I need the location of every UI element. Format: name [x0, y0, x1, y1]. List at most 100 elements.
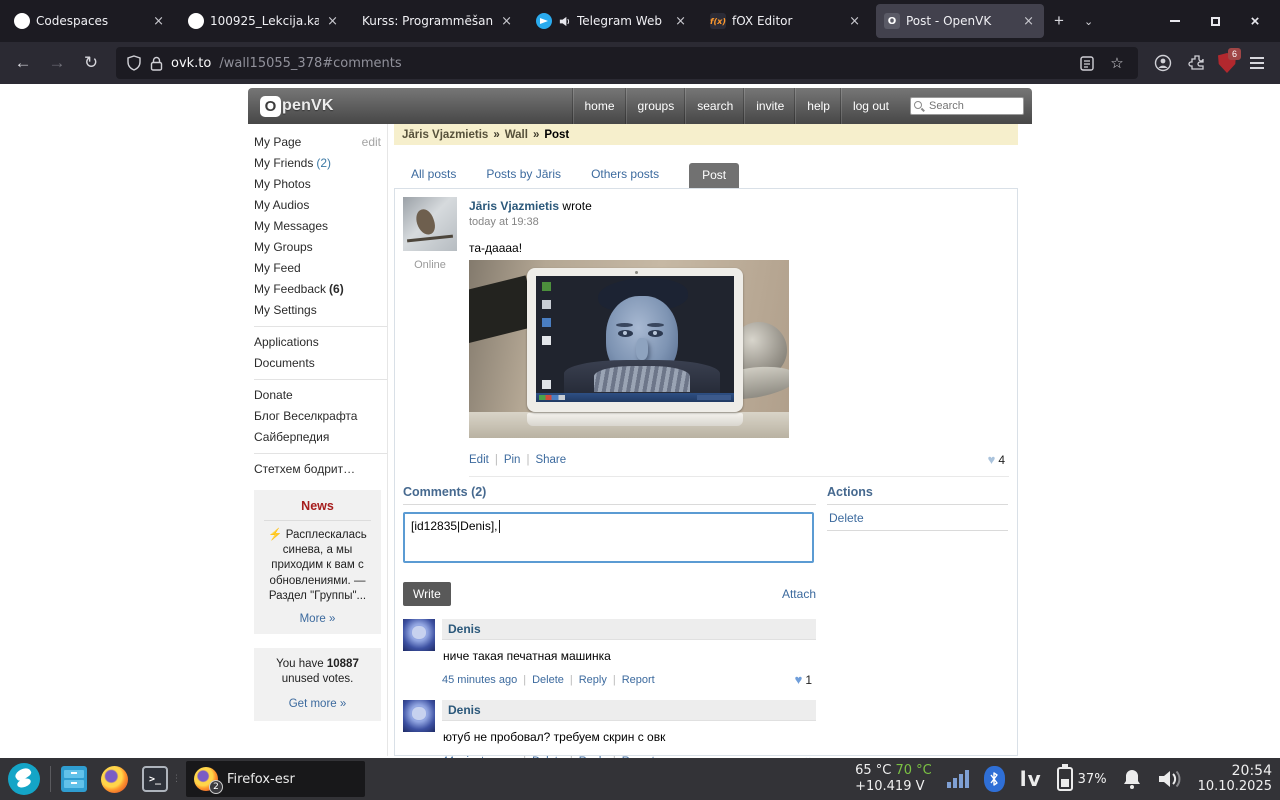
sidebar-item-my-page[interactable]: My Page edit [254, 132, 387, 153]
reload-button[interactable]: ↻ [76, 48, 106, 78]
comment-time-link[interactable]: 45 minutes ago [442, 674, 517, 686]
sidebar-item-applications[interactable]: Applications [254, 332, 387, 353]
tab-kurss[interactable]: Kurss: Programmēšan × [354, 4, 522, 38]
breadcrumb-wall-link[interactable]: Wall [505, 129, 528, 141]
tab-audio-icon[interactable] [558, 15, 571, 28]
tab-close-icon[interactable]: × [325, 14, 340, 29]
tab-close-icon[interactable]: × [499, 14, 514, 29]
tab-lekcija[interactable]: 100925_Lekcija.ka × [180, 4, 348, 38]
keyboard-layout-indicator[interactable]: lv [1020, 767, 1042, 791]
sidebar-item-my-messages[interactable]: My Messages [254, 216, 387, 237]
tab-close-icon[interactable]: × [673, 14, 688, 29]
comment-reply-link[interactable]: Reply [579, 674, 607, 686]
sidebar-item-donate[interactable]: Donate [254, 385, 387, 406]
comment-report-link[interactable]: Report [622, 674, 655, 686]
nav-home[interactable]: home [572, 88, 626, 124]
tab-others-posts[interactable]: Others posts [591, 167, 659, 188]
tab-list-chevron-icon[interactable]: ⌄ [1074, 15, 1103, 28]
sidebar-item-documents[interactable]: Documents [254, 353, 387, 374]
minimize-button[interactable] [1160, 8, 1190, 34]
volume-icon[interactable] [1157, 768, 1183, 790]
share-link[interactable]: Share [535, 454, 566, 466]
write-button[interactable]: Write [403, 582, 451, 606]
get-more-votes-link[interactable]: Get more » [289, 697, 347, 713]
sidebar-item-cyberpedia[interactable]: Сайберпедия [254, 427, 387, 448]
network-signal-icon[interactable] [946, 770, 969, 788]
tab-post-active[interactable]: Post [689, 163, 740, 188]
openvk-logo[interactable]: O penVK [260, 95, 334, 117]
tab-close-icon[interactable]: × [151, 14, 166, 29]
comment-delete-link[interactable]: Delete [532, 674, 564, 686]
clock[interactable]: 20:54 10.10.2025 [1198, 763, 1272, 795]
attach-link[interactable]: Attach [782, 587, 816, 601]
sidebar-item-my-audios[interactable]: My Audios [254, 195, 387, 216]
sidebar-item-my-feed[interactable]: My Feed [254, 258, 387, 279]
nav-logout[interactable]: log out [840, 88, 900, 124]
edit-link[interactable]: Edit [469, 454, 489, 466]
firefox-launcher-icon[interactable] [101, 765, 128, 793]
sidebar-item-my-photos[interactable]: My Photos [254, 174, 387, 195]
search-input[interactable] [910, 97, 1024, 115]
delete-post-link[interactable]: Delete [827, 505, 1008, 531]
tab-codespaces[interactable]: Codespaces × [6, 4, 174, 38]
comment-author-link[interactable]: Denis [448, 703, 481, 717]
news-more-link[interactable]: More » [300, 613, 336, 625]
sidebar-item-my-groups[interactable]: My Groups [254, 237, 387, 258]
reader-mode-icon[interactable] [1076, 52, 1098, 74]
battery-indicator[interactable]: 37% [1056, 764, 1107, 791]
sidebar-item-my-friends[interactable]: My Friends (2) [254, 153, 387, 174]
commenter-avatar[interactable] [403, 619, 435, 651]
taskbar: >_ ⋮ 2 Firefox-esr 65 °C 70 °C +10.419 V… [0, 758, 1280, 800]
tab-close-icon[interactable]: × [847, 14, 862, 29]
author-avatar[interactable] [403, 197, 457, 251]
file-manager-icon[interactable] [61, 766, 87, 792]
tab-post-openvk-active[interactable]: O Post - OpenVK × [876, 4, 1044, 38]
firefox-window-button[interactable]: 2 Firefox-esr [186, 761, 365, 797]
comment-textarea[interactable]: [id12835|Denis], [403, 512, 814, 563]
bookmark-star-icon[interactable]: ☆ [1106, 52, 1128, 74]
account-icon[interactable] [1148, 48, 1178, 78]
post-like-count: 4 [998, 452, 1005, 467]
ublock-origin-icon[interactable]: 6 [1216, 48, 1241, 74]
forward-button[interactable]: → [42, 48, 72, 78]
edit-link[interactable]: edit [362, 136, 381, 149]
tab-close-icon[interactable]: × [1021, 14, 1036, 29]
page-viewport: O penVK home groups search invite help l… [0, 84, 1280, 758]
post-like-button[interactable]: ♥ 4 [988, 452, 1009, 467]
terminal-icon[interactable]: >_ [142, 766, 168, 792]
comment-like-button[interactable]: ♥ 1 [795, 672, 816, 687]
tracking-shield-icon[interactable] [126, 55, 142, 71]
new-tab-button[interactable]: + [1044, 11, 1074, 31]
notifications-bell-icon[interactable] [1122, 768, 1142, 790]
tab-all-posts[interactable]: All posts [411, 167, 456, 188]
post-photo[interactable] [469, 260, 789, 438]
sidebar: My Page edit My Friends (2) My Photos My A… [248, 124, 388, 756]
url-bar[interactable]: ovk.to/wall15055_378#comments ☆ [116, 47, 1138, 79]
breadcrumb-user-link[interactable]: Jāris Vjazmietis [402, 129, 488, 141]
tab-posts-by-jaris[interactable]: Posts by Jāris [486, 167, 561, 188]
extensions-puzzle-icon[interactable] [1182, 48, 1212, 78]
tab-fox-editor[interactable]: f(x) fOX Editor × [702, 4, 870, 38]
applications-menu-icon[interactable] [8, 763, 40, 795]
votes-count: 10887 [326, 657, 359, 670]
maximize-button[interactable] [1200, 8, 1230, 34]
bluetooth-icon[interactable] [983, 766, 1005, 792]
sidebar-item-blog[interactable]: Блог Веселкрафта [254, 406, 387, 427]
sidebar-item-my-feedback[interactable]: My Feedback (6) [254, 279, 387, 300]
nav-groups[interactable]: groups [625, 88, 686, 124]
sidebar-item-my-settings[interactable]: My Settings [254, 300, 387, 321]
lock-icon[interactable] [150, 56, 163, 71]
sidebar-item-statham[interactable]: Стетхем бодрит… [254, 459, 387, 480]
commenter-avatar[interactable] [403, 700, 435, 732]
tab-telegram[interactable]: Telegram Web × [528, 4, 696, 38]
comment-author-link[interactable]: Denis [448, 622, 481, 636]
nav-invite[interactable]: invite [744, 88, 795, 124]
back-button[interactable]: ← [8, 48, 38, 78]
menu-hamburger-icon[interactable] [1242, 48, 1272, 78]
pin-link[interactable]: Pin [504, 454, 521, 466]
heart-icon: ♥ [794, 672, 803, 687]
nav-search[interactable]: search [685, 88, 744, 124]
nav-help[interactable]: help [795, 88, 841, 124]
close-window-button[interactable]: × [1240, 8, 1270, 34]
post-author-link[interactable]: Jāris Vjazmietis [469, 199, 559, 213]
